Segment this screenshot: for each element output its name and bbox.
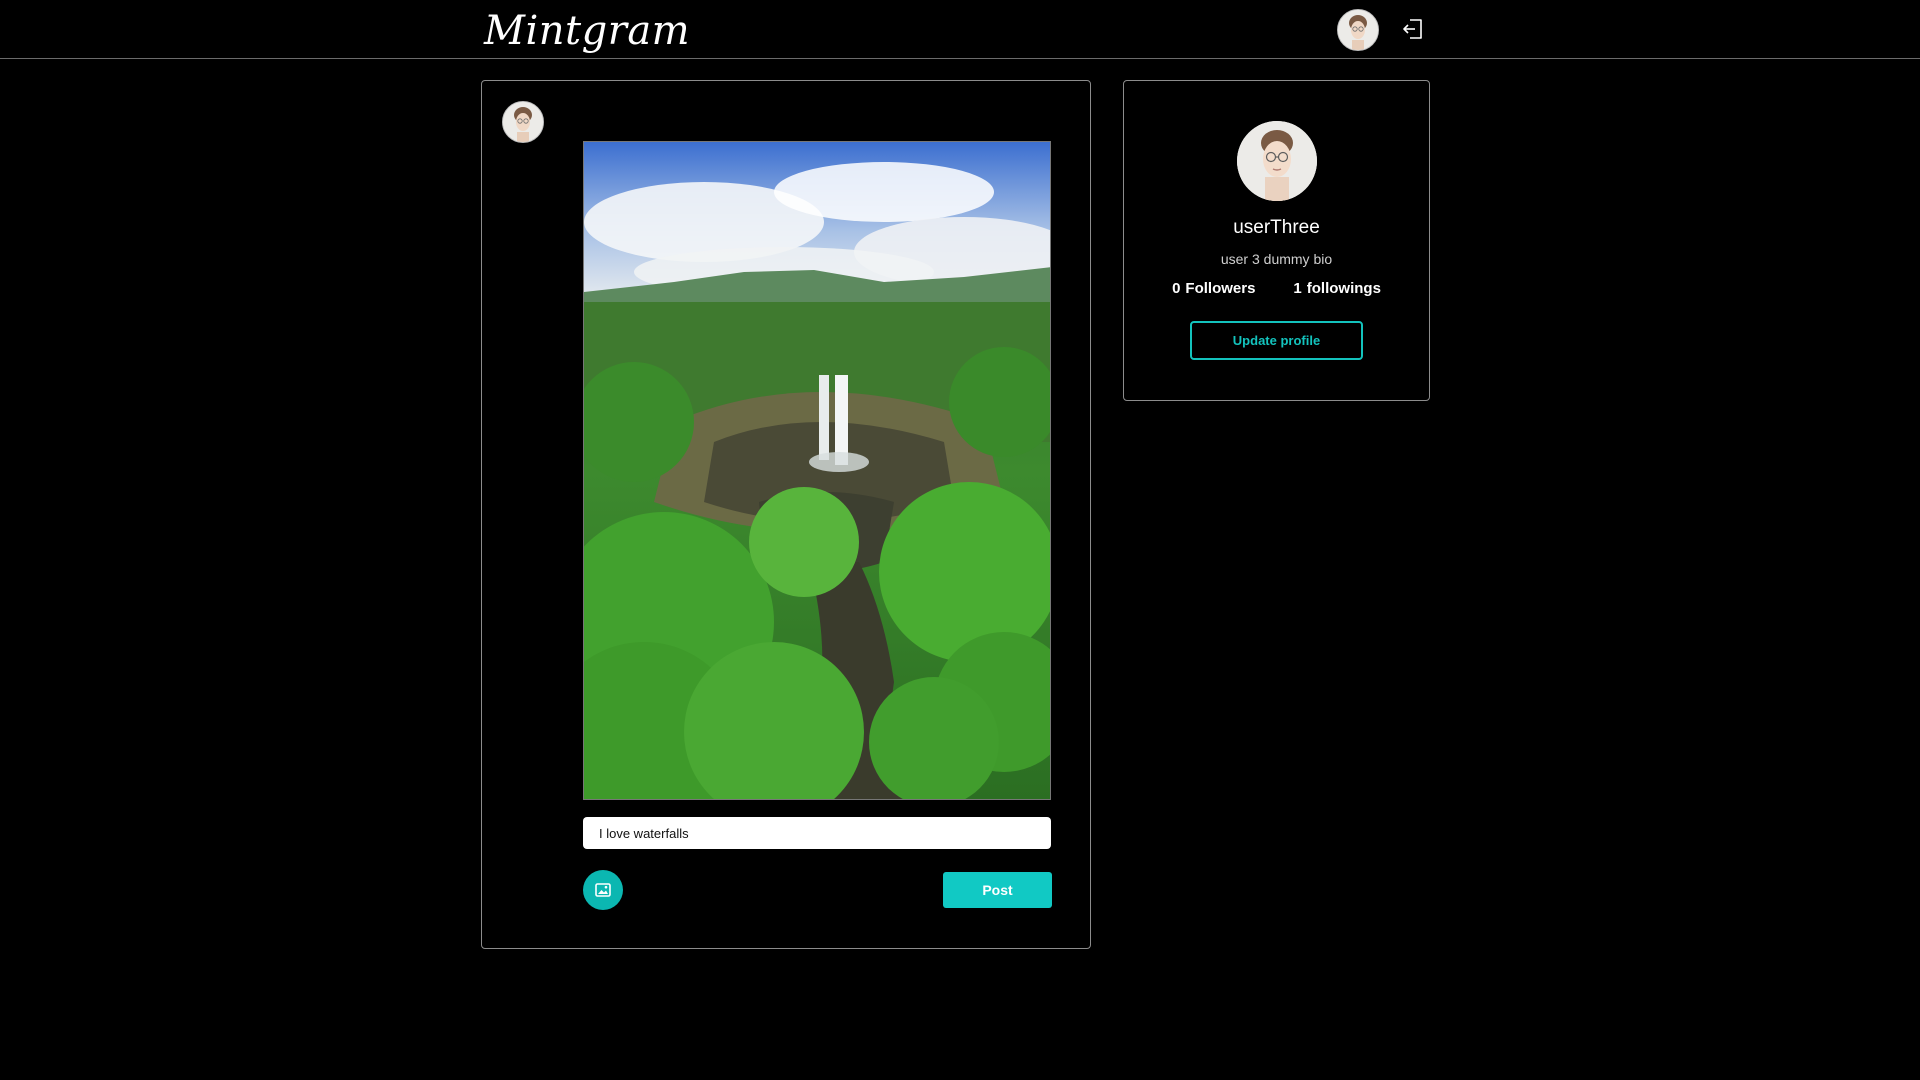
logout-icon[interactable]: [1400, 16, 1426, 42]
followers-stat[interactable]: 0 Followers: [1172, 280, 1255, 297]
profile-card: userThree user 3 dummy bio 0 Followers 1…: [1123, 80, 1430, 401]
post-composer-card: Post: [481, 80, 1091, 949]
followings-count: 1: [1293, 280, 1302, 297]
profile-stats: 0 Followers 1 followings: [1124, 280, 1429, 297]
profile-username: userThree: [1233, 217, 1320, 238]
post-button[interactable]: Post: [943, 872, 1052, 908]
avatar-image: [503, 102, 543, 142]
waterfall-image: [584, 142, 1050, 799]
followers-label: Followers: [1185, 280, 1256, 297]
followers-count: 0: [1172, 280, 1181, 297]
nav-avatar[interactable]: [1337, 9, 1379, 51]
followings-label: followings: [1306, 280, 1381, 297]
post-author-avatar[interactable]: [502, 101, 544, 143]
image-icon: [595, 883, 611, 897]
caption-input[interactable]: [583, 817, 1051, 849]
avatar-image: [1237, 121, 1317, 201]
profile-avatar[interactable]: [1237, 121, 1317, 201]
profile-bio: user 3 dummy bio: [1220, 251, 1333, 267]
add-image-button[interactable]: [583, 870, 623, 910]
post-image-preview: [583, 141, 1051, 800]
update-profile-button[interactable]: Update profile: [1190, 321, 1363, 360]
followings-stat[interactable]: 1 followings: [1293, 280, 1381, 297]
app-logo[interactable]: Mintgram: [484, 2, 690, 60]
top-navbar: Mintgram: [0, 0, 1920, 59]
avatar-image: [1338, 10, 1378, 50]
